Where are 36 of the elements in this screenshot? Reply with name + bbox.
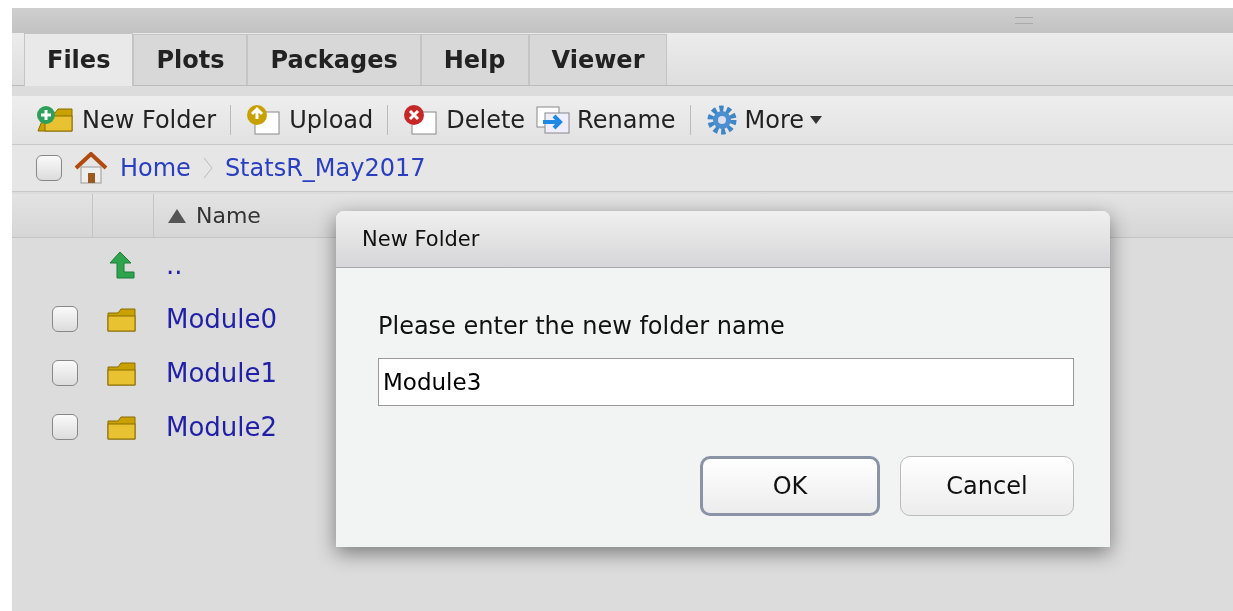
folder-plus-icon	[36, 105, 76, 135]
folder-icon	[106, 413, 138, 441]
tab[interactable]: Files	[24, 33, 134, 86]
toolbar-button[interactable]: New Folder	[36, 105, 217, 135]
toolbar-button[interactable]: Delete	[402, 104, 526, 136]
rename-icon	[535, 105, 572, 135]
checkbox[interactable]	[36, 155, 62, 181]
folder-name-field[interactable]: Module3	[378, 358, 1074, 406]
toolbar-button[interactable]: More	[704, 103, 823, 137]
tab[interactable]: Plots	[133, 34, 248, 85]
file-link[interactable]: Module2	[166, 412, 278, 442]
tab[interactable]: Packages	[247, 34, 421, 85]
breadcrumb-link[interactable]: Home	[120, 154, 191, 182]
grip-handle[interactable]	[1015, 17, 1033, 24]
home-icon	[74, 152, 108, 184]
tab[interactable]: Viewer	[528, 34, 668, 85]
ok-button[interactable]: OK	[700, 456, 880, 516]
prompt-text: Please enter the new folder name	[378, 312, 786, 340]
file-link[interactable]: Module1	[166, 358, 278, 388]
checkbox[interactable]	[52, 360, 78, 386]
cancel-button[interactable]: Cancel	[900, 456, 1074, 516]
file-link[interactable]: Module0	[166, 304, 278, 334]
chevron-icon	[202, 157, 213, 179]
up-arrow-icon	[108, 250, 136, 280]
toolbar-button[interactable]: Upload	[245, 104, 374, 136]
folder-icon	[106, 359, 138, 387]
file-link[interactable]: ..	[166, 250, 183, 280]
folder-icon	[106, 305, 138, 333]
tab[interactable]: Help	[420, 34, 529, 85]
caret-icon	[810, 116, 823, 124]
dialog-title: New Folder	[336, 211, 1110, 268]
breadcrumb-link[interactable]: StatsR_May2017	[224, 154, 426, 182]
checkbox[interactable]	[52, 414, 78, 440]
column-header[interactable]: Name	[154, 194, 261, 237]
checkbox[interactable]	[52, 306, 78, 332]
toolbar-button[interactable]: Rename	[535, 105, 676, 135]
